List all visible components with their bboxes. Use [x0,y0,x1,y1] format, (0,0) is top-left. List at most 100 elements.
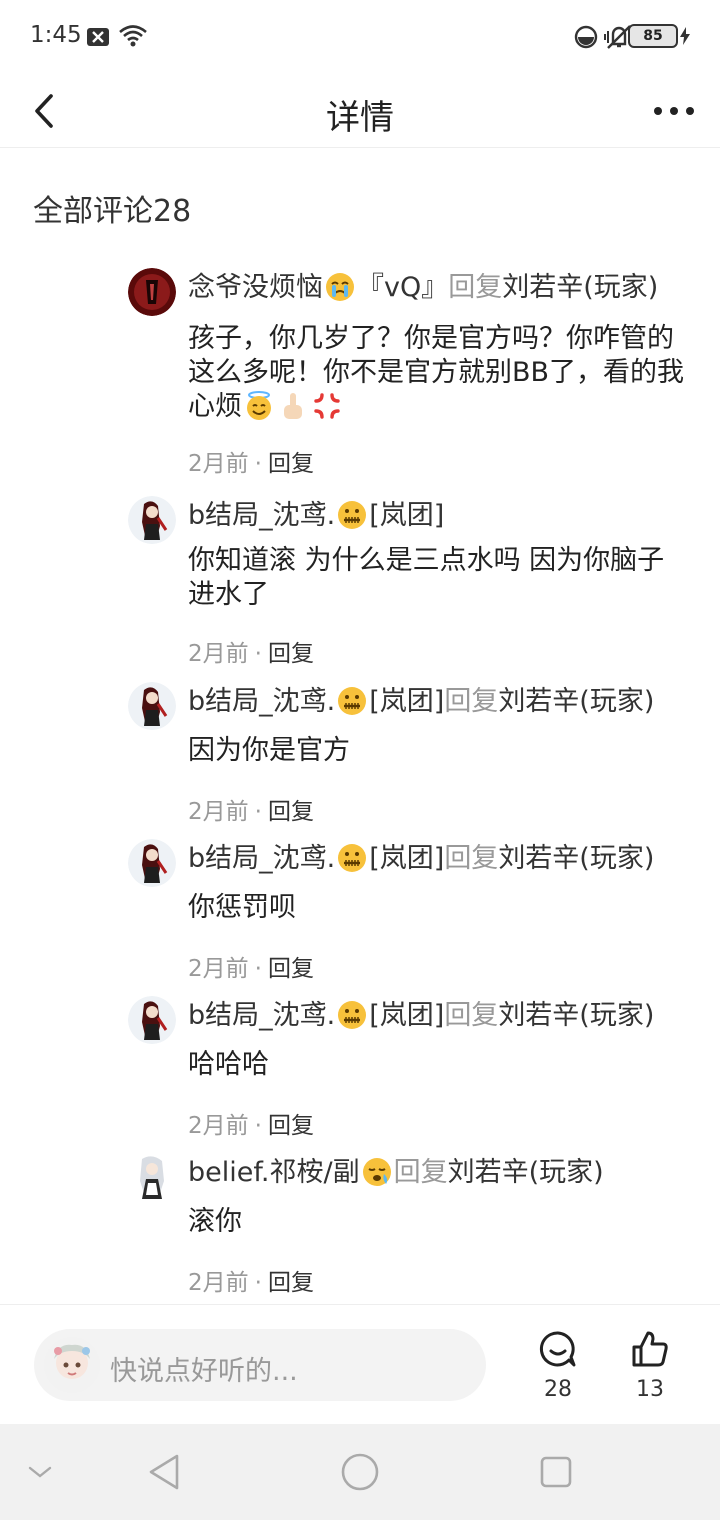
reply-button[interactable]: 回复 [268,451,314,477]
avatar[interactable] [128,268,176,316]
comment-item: b结局_沈鸢. [岚团]回复刘若辛(玩家) 你惩罚呗 2月前 · 回复 [0,839,720,982]
comment-header: b结局_沈鸢. [岚团]回复刘若辛(玩家) [188,682,654,722]
finger-emoji-icon [284,393,302,419]
comment-meta: 2月前 · 回复 [188,634,314,668]
comment-item: b结局_沈鸢. [岚团] 你知道滚 为什么是三点水吗 因为你脑子进水了 2月前 · 回… [0,496,720,668]
comment-body: 你知道滚 为什么是三点水吗 因为你脑子进水了 [188,545,665,610]
more-button[interactable] [652,94,696,128]
zipper-mouth-emoji-icon [338,687,367,715]
comment-user-suffix: [岚团] [369,843,445,874]
sleepy-emoji-icon [362,1158,391,1186]
avatar[interactable] [128,996,176,1044]
comment-username[interactable]: 念爷没烦恼 [188,272,323,303]
comment-header: b结局_沈鸢. [岚团] [188,496,444,536]
comment-header: 念爷没烦恼 『vQ』回复刘若辛(玩家) [188,268,658,308]
comment-user-suffix: [岚团] [369,500,445,531]
chevron-down-icon [28,1466,52,1478]
comments-count-title: 全部评论28 [33,194,192,229]
comment-time: 2月前 [188,1113,249,1139]
reply-target[interactable]: 刘若辛(玩家) [498,686,654,717]
comment-input-placeholder: 快说点好听的... [110,1356,298,1387]
comment-item: belief.祁桉/副 回复刘若辛(玩家) 滚你 2月前 · 回复 [0,1153,720,1296]
system-nav-bar [0,1424,720,1520]
reply-target[interactable]: 刘若辛(玩家) [498,1000,654,1031]
comment-time: 2月前 [188,799,249,825]
like-button[interactable]: 13 [620,1329,680,1402]
reply-word: 回复 [393,1157,448,1188]
reply-word: 回复 [448,272,503,303]
header: 详情 [0,74,720,148]
comment-time: 2月前 [188,451,249,477]
nav-home-button[interactable] [336,1448,384,1496]
reply-word: 回复 [444,686,499,717]
reply-target[interactable]: 刘若辛(玩家) [502,272,658,303]
thumbs-up-icon [632,1331,668,1367]
charging-bolt-icon [680,27,690,45]
meta-separator: · [254,641,262,667]
comment-time: 2月前 [188,956,249,982]
comment-header: b结局_沈鸢. [岚团]回复刘若辛(玩家) [188,839,654,879]
meta-separator: · [254,956,262,982]
reply-button[interactable]: 回复 [268,799,314,825]
nav-recents-button[interactable] [532,1448,580,1496]
zipper-mouth-emoji-icon [338,1001,367,1029]
comments-button[interactable]: 28 [528,1329,588,1402]
data-saver-icon [574,25,598,53]
nav-hide-button[interactable] [16,1448,64,1496]
status-time: 1:45 [30,22,82,48]
battery-indicator: 85 [628,24,690,48]
page-title: 详情 [326,98,394,138]
zipper-mouth-emoji-icon [338,501,367,529]
comment-body: 因为你是官方 [188,735,350,766]
reply-button[interactable]: 回复 [268,1113,314,1139]
comment-meta: 2月前 · 回复 [188,444,314,478]
zipper-mouth-emoji-icon [338,844,367,872]
comment-body: 哈哈哈 [188,1049,269,1080]
anger-emoji-icon [314,393,340,419]
comment-username[interactable]: b结局_沈鸢. [188,1000,335,1031]
comment-body: 孩子，你几岁了？你是官方吗？你咋管的这么多呢！你不是官方就别BB了，看的我心烦 [188,322,688,424]
more-dots-icon [654,107,694,115]
reply-target[interactable]: 刘若辛(玩家) [448,1157,604,1188]
comment-meta: 2月前 · 回复 [188,1263,314,1297]
comment-username[interactable]: belief.祁桉/副 [188,1157,360,1188]
battery-level: 85 [628,24,678,48]
wifi-icon [118,24,148,52]
comment-item: 念爷没烦恼 『vQ』回复刘若辛(玩家) 孩子，你几岁了？你是官方吗？你咋管的这么多… [0,268,720,478]
meta-separator: · [254,1270,262,1296]
avatar[interactable] [128,839,176,887]
nav-back-button[interactable] [140,1448,188,1496]
user-avatar [44,1337,100,1393]
comment-user-suffix: [岚团] [369,686,445,717]
comment-body: 滚你 [188,1206,242,1237]
notification-x-icon [86,26,110,52]
reply-word: 回复 [444,843,499,874]
square-recents-icon [540,1456,572,1488]
comment-bubble-icon [539,1331,576,1367]
comment-meta: 2月前 · 回复 [188,792,314,826]
reply-button[interactable]: 回复 [268,956,314,982]
meta-separator: · [254,1113,262,1139]
comment-item: b结局_沈鸢. [岚团]回复刘若辛(玩家) 哈哈哈 2月前 · 回复 [0,996,720,1139]
comment-header: belief.祁桉/副 回复刘若辛(玩家) [188,1153,604,1193]
screen: 1:45 85 详情 全部评论28 念爷没烦恼 『vQ』回复刘若辛(玩家) 孩子… [0,0,720,1520]
comment-username[interactable]: b结局_沈鸢. [188,686,335,717]
reply-button[interactable]: 回复 [268,641,314,667]
reply-button[interactable]: 回复 [268,1270,314,1296]
comment-input-bar: 快说点好听的... 28 13 [0,1304,720,1424]
avatar[interactable] [128,682,176,730]
comment-username[interactable]: b结局_沈鸢. [188,500,335,531]
avatar[interactable] [128,1153,176,1201]
reply-target[interactable]: 刘若辛(玩家) [498,843,654,874]
status-bar: 1:45 85 [0,0,720,74]
comment-time: 2月前 [188,1270,249,1296]
comment-time: 2月前 [188,641,249,667]
comment-header: b结局_沈鸢. [岚团]回复刘若辛(玩家) [188,996,654,1036]
comment-input[interactable]: 快说点好听的... [34,1329,486,1401]
comment-body: 你惩罚呗 [188,892,296,923]
avatar[interactable] [128,496,176,544]
comment-count: 28 [544,1377,572,1402]
circle-home-icon [341,1453,379,1491]
comment-username[interactable]: b结局_沈鸢. [188,843,335,874]
reply-word: 回复 [444,1000,499,1031]
